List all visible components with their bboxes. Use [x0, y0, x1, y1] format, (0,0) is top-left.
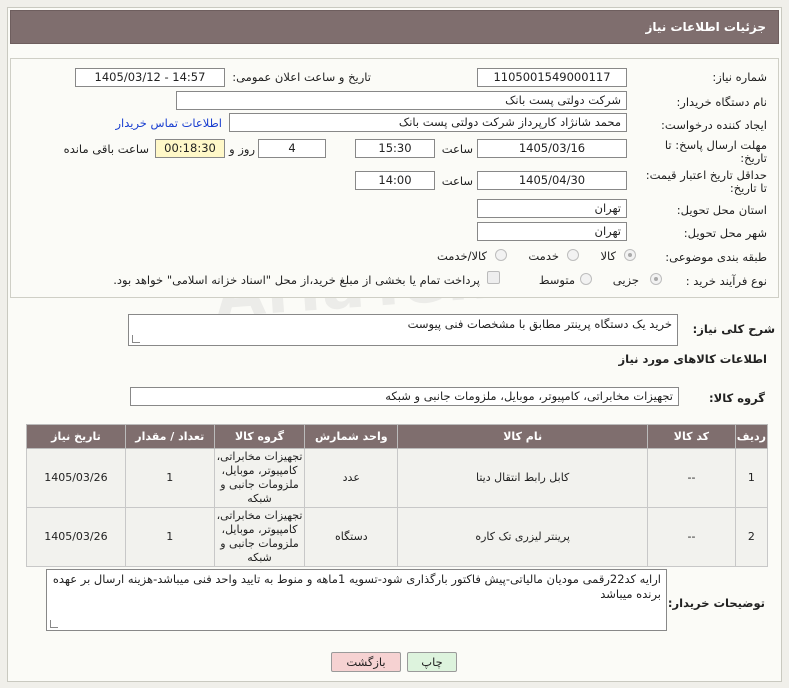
- goods-group-label: گروه کالا:: [709, 391, 765, 405]
- goods-section-title: اطلاعات کالاهای مورد نیاز: [618, 352, 767, 366]
- cell-date: 1405/03/26: [26, 448, 126, 508]
- summary-label: شرح کلی نیاز:: [692, 322, 775, 336]
- col-name: نام کالا: [397, 424, 649, 449]
- page-title: جزئیات اطلاعات نیاز: [645, 20, 766, 34]
- table-row: 2 -- پرینتر لیزری تک کاره دستگاه تجهیزات…: [26, 507, 769, 567]
- category-option-service: خدمت: [528, 249, 559, 263]
- price-validity-label-2: تا تاریخ:: [729, 181, 767, 195]
- cell-group: تجهیزات مخابراتی، کامپیوتر، موبایل، ملزو…: [213, 448, 306, 508]
- city-field: تهران: [477, 222, 627, 241]
- reply-deadline-date-field: 1405/03/16: [477, 139, 627, 158]
- page-header: جزئیات اطلاعات نیاز: [10, 10, 779, 44]
- category-option-goods: کالا: [600, 249, 616, 263]
- col-qty: تعداد / مقدار: [124, 424, 215, 449]
- announce-datetime-label: تاریخ و ساعت اعلان عمومی:: [232, 70, 371, 84]
- price-validity-time-field: 14:00: [355, 171, 435, 190]
- category-radio-goods[interactable]: [624, 249, 636, 261]
- col-date: تاریخ نیاز: [26, 424, 126, 449]
- resize-handle-icon[interactable]: [132, 335, 140, 343]
- cell-name: پرینتر لیزری تک کاره: [397, 507, 649, 567]
- col-row: ردیف: [734, 424, 769, 449]
- city-label: شهر محل تحویل:: [683, 226, 767, 240]
- purchase-type-option-medium: متوسط: [538, 273, 575, 287]
- goods-table: ردیف کد کالا نام کالا واحد شمارش گروه کا…: [26, 424, 769, 567]
- print-button[interactable]: چاپ: [407, 652, 457, 672]
- requester-label: ایجاد کننده درخواست:: [661, 118, 767, 132]
- price-validity-time-label: ساعت: [441, 174, 473, 188]
- need-number-field: 1105001549000117: [477, 68, 627, 87]
- purchase-type-option-minor: جزیی: [612, 273, 639, 287]
- cell-qty: 1: [124, 448, 215, 508]
- purchase-type-radio-minor[interactable]: [650, 273, 662, 285]
- treasury-payment-note: پرداخت تمام یا بخشی از مبلغ خرید،از محل …: [113, 273, 480, 287]
- purchase-type-radio-medium[interactable]: [580, 273, 592, 285]
- reply-deadline-time-label: ساعت: [441, 142, 473, 156]
- buyer-org-label: نام دستگاه خریدار:: [676, 95, 767, 109]
- cell-name: کابل رابط انتقال دیتا: [397, 448, 649, 508]
- reply-deadline-label-2: تاریخ:: [740, 151, 767, 165]
- cell-group: تجهیزات مخابراتی، کامپیوتر، موبایل، ملزو…: [213, 507, 306, 567]
- cell-row: 2: [734, 507, 769, 567]
- col-code: کد کالا: [647, 424, 736, 449]
- announce-datetime-field: 1405/03/12 - 14:57: [75, 68, 225, 87]
- buyer-notes-textarea[interactable]: ارایه کد22رقمی مودیان مالیاتی-پیش فاکتور…: [46, 569, 667, 631]
- back-button[interactable]: بازگشت: [331, 652, 401, 672]
- requester-field: محمد شانژاد کارپرداز شرکت دولتی پست بانک: [229, 113, 627, 132]
- remaining-days-field: 4: [258, 139, 326, 158]
- col-unit: واحد شمارش: [304, 424, 399, 449]
- cell-code: --: [647, 507, 736, 567]
- treasury-payment-checkbox[interactable]: [487, 271, 500, 284]
- category-radio-goods-service[interactable]: [495, 249, 507, 261]
- remaining-time-label: ساعت باقی مانده: [63, 142, 149, 156]
- table-header-row: ردیف کد کالا نام کالا واحد شمارش گروه کا…: [26, 424, 769, 449]
- buyer-org-field: شرکت دولتی پست بانک: [176, 91, 627, 110]
- cell-unit: دستگاه: [304, 507, 399, 567]
- province-label: استان محل تحویل:: [676, 203, 767, 217]
- category-label: طبقه بندی موضوعی:: [665, 250, 767, 264]
- cell-row: 1: [734, 448, 769, 508]
- reply-deadline-label-1: مهلت ارسال پاسخ: تا: [664, 138, 767, 152]
- summary-text: خرید یک دستگاه پرینتر مطابق با مشخصات فن…: [407, 317, 672, 331]
- price-validity-label-1: حداقل تاریخ اعتبار قیمت:: [645, 168, 767, 182]
- goods-group-field: تجهیزات مخابراتی، کامپیوتر، موبایل، ملزو…: [130, 387, 679, 406]
- reply-deadline-time-field: 15:30: [355, 139, 435, 158]
- need-number-label: شماره نیاز:: [712, 70, 767, 84]
- cell-qty: 1: [124, 507, 215, 567]
- cell-date: 1405/03/26: [26, 507, 126, 567]
- province-field: تهران: [477, 199, 627, 218]
- cell-code: --: [647, 448, 736, 508]
- price-validity-date-field: 1405/04/30: [477, 171, 627, 190]
- purchase-type-label: نوع فرآیند خرید :: [685, 274, 767, 288]
- buyer-notes-text: ارایه کد22رقمی مودیان مالیاتی-پیش فاکتور…: [52, 572, 661, 601]
- category-radio-service[interactable]: [567, 249, 579, 261]
- col-group: گروه کالا: [213, 424, 306, 449]
- buyer-contact-link[interactable]: اطلاعات تماس خریدار: [115, 116, 222, 130]
- remaining-days-label: روز و: [229, 142, 255, 156]
- table-row: 1 -- کابل رابط انتقال دیتا عدد تجهیزات م…: [26, 448, 769, 508]
- resize-handle-icon[interactable]: [50, 620, 58, 628]
- summary-textarea[interactable]: خرید یک دستگاه پرینتر مطابق با مشخصات فن…: [128, 314, 678, 346]
- buyer-notes-label: توضیحات خریدار:: [667, 596, 765, 610]
- category-option-goods-service: کالا/خدمت: [436, 249, 487, 263]
- remaining-time-field: 00:18:30: [155, 139, 225, 158]
- cell-unit: عدد: [304, 448, 399, 508]
